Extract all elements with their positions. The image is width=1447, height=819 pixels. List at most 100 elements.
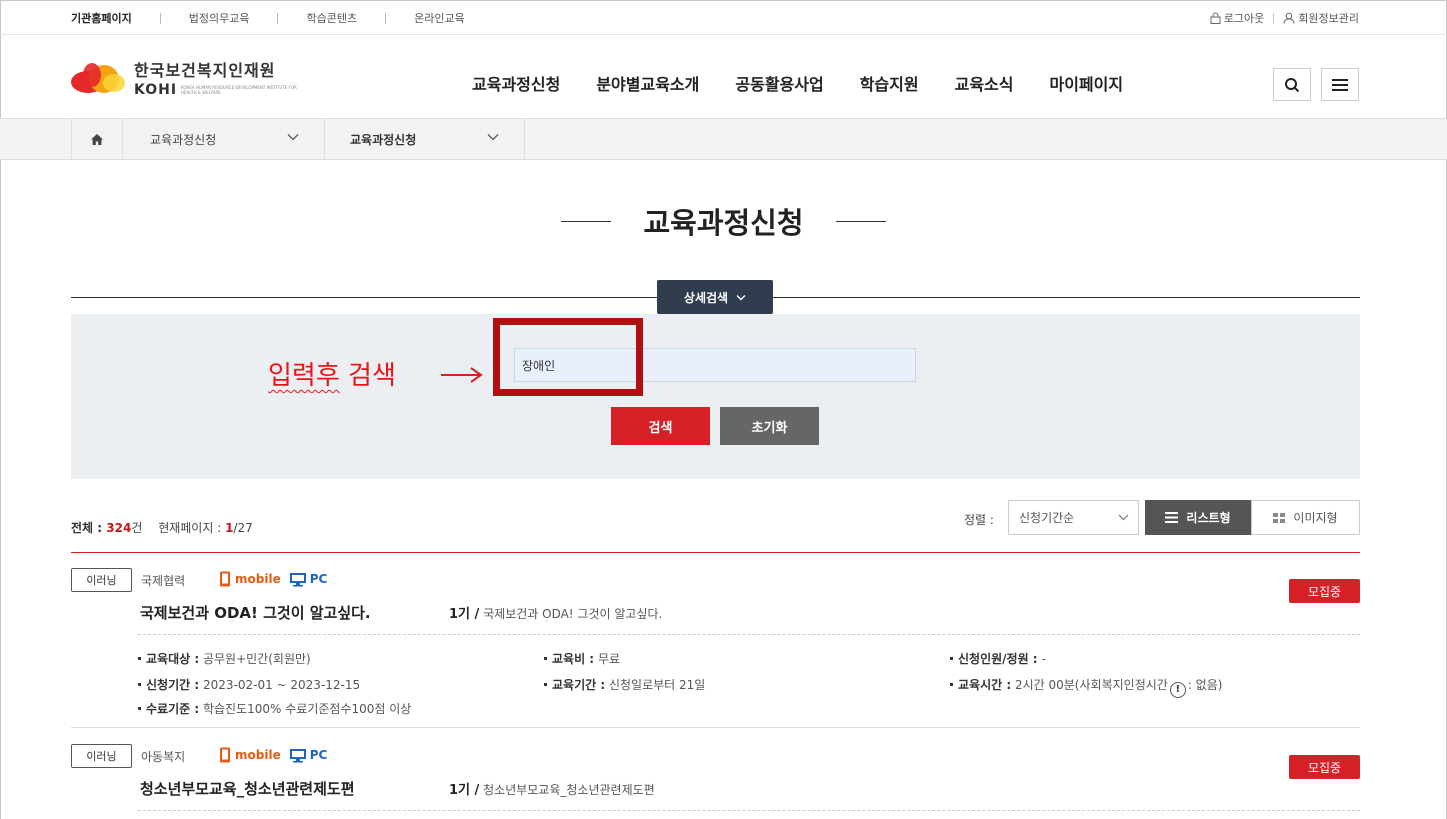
mobile-label: mobile (235, 748, 281, 762)
logo-subtitle: KOREA HUMAN RESOURCE DEVELOPMENT INSTITU… (181, 85, 297, 95)
list-view-button[interactable]: 리스트형 (1145, 500, 1251, 535)
home-icon (91, 133, 103, 145)
course-type-tag: 이러닝 (71, 568, 132, 592)
chevron-down-icon (487, 134, 499, 141)
info-apply-label: 신청기간 : (138, 678, 199, 692)
course-term: 1기 / (449, 607, 480, 622)
info-completion: 수료기준 : 학습진도100% 수료기준점수100점 이상 (138, 700, 411, 717)
nav-education-news[interactable]: 교육소식 (955, 71, 1014, 95)
course-subtitle-text: 국제보건과 ODA! 그것이 알고싶다. (483, 607, 663, 621)
breadcrumb-level2-label: 교육과정신청 (350, 132, 417, 147)
util-link-mandatory-education[interactable]: 법정의무교육 (189, 10, 250, 26)
header-search-button[interactable] (1273, 68, 1311, 101)
image-view-button[interactable]: 이미지형 (1251, 500, 1360, 535)
status-badge: 모집중 (1289, 755, 1360, 779)
sort-label: 정렬 : (964, 513, 994, 527)
info-apply-value: 2023-02-01 ~ 2023-12-15 (202, 678, 361, 692)
site-header: 한국보건복지인재원 KOHI KOREA HUMAN RESOURCE DEVE… (0, 35, 1447, 118)
search-button[interactable]: 검색 (611, 407, 710, 445)
util-link-learning-content[interactable]: 학습콘텐츠 (306, 10, 357, 26)
sort-select[interactable]: 신청기간순 (1008, 500, 1139, 535)
util-link-agency-home[interactable]: 기관홈페이지 (71, 10, 132, 26)
info-capacity-value: - (1041, 652, 1046, 666)
course-subtitle-text: 청소년부모교육_청소년관련제도편 (483, 783, 655, 797)
grid-icon (1273, 512, 1286, 523)
member-info-link[interactable]: 회원정보관리 (1283, 10, 1359, 26)
course-title[interactable]: 청소년부모교육_청소년관련제도편 (140, 778, 355, 799)
course-category: 국제협력 (141, 574, 186, 588)
info-target-value: 공무원+민간(회원만) (202, 652, 311, 666)
info-capacity-label: 신청인원/정원 : (950, 652, 1038, 666)
logo-english-name: KOHI (134, 82, 178, 98)
detail-search-label: 상세검색 (683, 290, 729, 305)
info-fee-label: 교육비 : (544, 652, 594, 666)
info-target-label: 교육대상 : (138, 652, 199, 666)
info-capacity: 신청인원/정원 : - (950, 650, 1046, 667)
divider (138, 810, 1360, 811)
main-navigation: 교육과정신청 분야별교육소개 공동활용사업 학습지원 교육소식 마이페이지 (472, 71, 1159, 95)
logout-link[interactable]: 로그아웃 (1210, 10, 1264, 26)
chevron-down-icon (736, 294, 746, 300)
breadcrumb-level1-dropdown[interactable]: 교육과정신청 (122, 119, 324, 159)
nav-field-education[interactable]: 분야별교육소개 (596, 71, 699, 95)
course-title[interactable]: 국제보건과 ODA! 그것이 알고싶다. (140, 602, 371, 623)
utility-bar: 기관홈페이지 법정의무교육 학습콘텐츠 온라인교육 로그아웃 회원정보관리 (0, 0, 1447, 35)
annotation-highlight-box (493, 318, 643, 396)
info-hours-label: 교육시간 : (950, 678, 1011, 692)
site-logo[interactable]: 한국보건복지인재원 KOHI KOREA HUMAN RESOURCE DEVE… (70, 57, 301, 98)
hamburger-menu-icon (1332, 78, 1348, 91)
annotation-arrow-icon (441, 367, 483, 383)
annotation-text-part1: 입력후 (268, 361, 340, 391)
util-link-online-education[interactable]: 온라인교육 (414, 10, 465, 26)
search-icon (1285, 77, 1300, 92)
nav-mypage[interactable]: 마이페이지 (1049, 71, 1123, 95)
logout-label: 로그아웃 (1223, 12, 1265, 25)
member-info-label: 회원정보관리 (1298, 12, 1359, 25)
course-term: 1기 / (449, 783, 480, 798)
info-target: 교육대상 : 공무원+민간(회원만) (138, 650, 311, 667)
course-item[interactable]: 이러닝 아동복지 mobile PC 청소년부모교육_청소년관련제도편 1기 /… (71, 744, 1360, 819)
utility-account: 로그아웃 회원정보관리 (1210, 10, 1359, 26)
header-menu-button[interactable] (1321, 68, 1359, 101)
status-badge: 모집중 (1289, 579, 1360, 603)
sort-selected-value: 신청기간순 (1019, 511, 1075, 525)
course-category: 아동복지 (141, 750, 186, 764)
info-hours: 교육시간 : 2시간 00분(사회복지인정시간!: 없음) (950, 676, 1222, 698)
mobile-label: mobile (235, 572, 281, 586)
image-view-label: 이미지형 (1293, 511, 1338, 525)
annotation-text: 입력후 검색 (268, 355, 396, 392)
info-period-value: 신청일로부터 21일 (608, 678, 706, 692)
nav-learning-support[interactable]: 학습지원 (860, 71, 919, 95)
info-fee: 교육비 : 무료 (544, 650, 620, 667)
nav-course-application[interactable]: 교육과정신청 (472, 71, 560, 95)
logo-korean-name: 한국보건복지인재원 (134, 61, 276, 80)
info-hours-value: 2시간 00분(사회복지인정시간 (1014, 678, 1168, 692)
info-hours-tail: : 없음) (1187, 678, 1223, 692)
info-exclamation-icon[interactable]: ! (1169, 682, 1186, 698)
nav-joint-projects[interactable]: 공동활용사업 (735, 71, 823, 95)
breadcrumb-level2-dropdown[interactable]: 교육과정신청 (324, 119, 525, 159)
page-title: 교육과정신청 (643, 206, 804, 240)
pc-label: PC (309, 572, 328, 586)
mobile-icon (220, 747, 230, 763)
list-top-rule (71, 552, 1360, 553)
total-count: 324 (106, 521, 132, 535)
course-item[interactable]: 이러닝 국제협력 mobile PC 국제보건과 ODA! 그것이 알고싶다. … (71, 568, 1360, 728)
reset-button[interactable]: 초기화 (720, 407, 819, 445)
info-period-label: 교육기간 : (544, 678, 605, 692)
info-education-period: 교육기간 : 신청일로부터 21일 (544, 676, 705, 693)
chevron-down-icon (1118, 514, 1129, 521)
list-view-label: 리스트형 (1186, 511, 1231, 525)
detail-search-toggle[interactable]: 상세검색 (657, 280, 773, 314)
breadcrumb-home[interactable] (71, 119, 122, 159)
course-subtitle: 1기 / 청소년부모교육_청소년관련제도편 (449, 779, 655, 798)
info-completion-value: 학습진도100% 수료기준점수100점 이상 (202, 702, 412, 716)
breadcrumb-level1-label: 교육과정신청 (150, 132, 217, 147)
course-type-tag: 이러닝 (71, 744, 132, 768)
total-pages: /27 (233, 521, 253, 535)
annotation-text-part2: 검색 (339, 361, 396, 391)
page-label: 현재페이지 : (158, 521, 226, 535)
total-label: 전체 : (71, 521, 107, 535)
course-devices: mobile PC (219, 747, 327, 763)
page-title-area: 교육과정신청 (0, 200, 1447, 242)
